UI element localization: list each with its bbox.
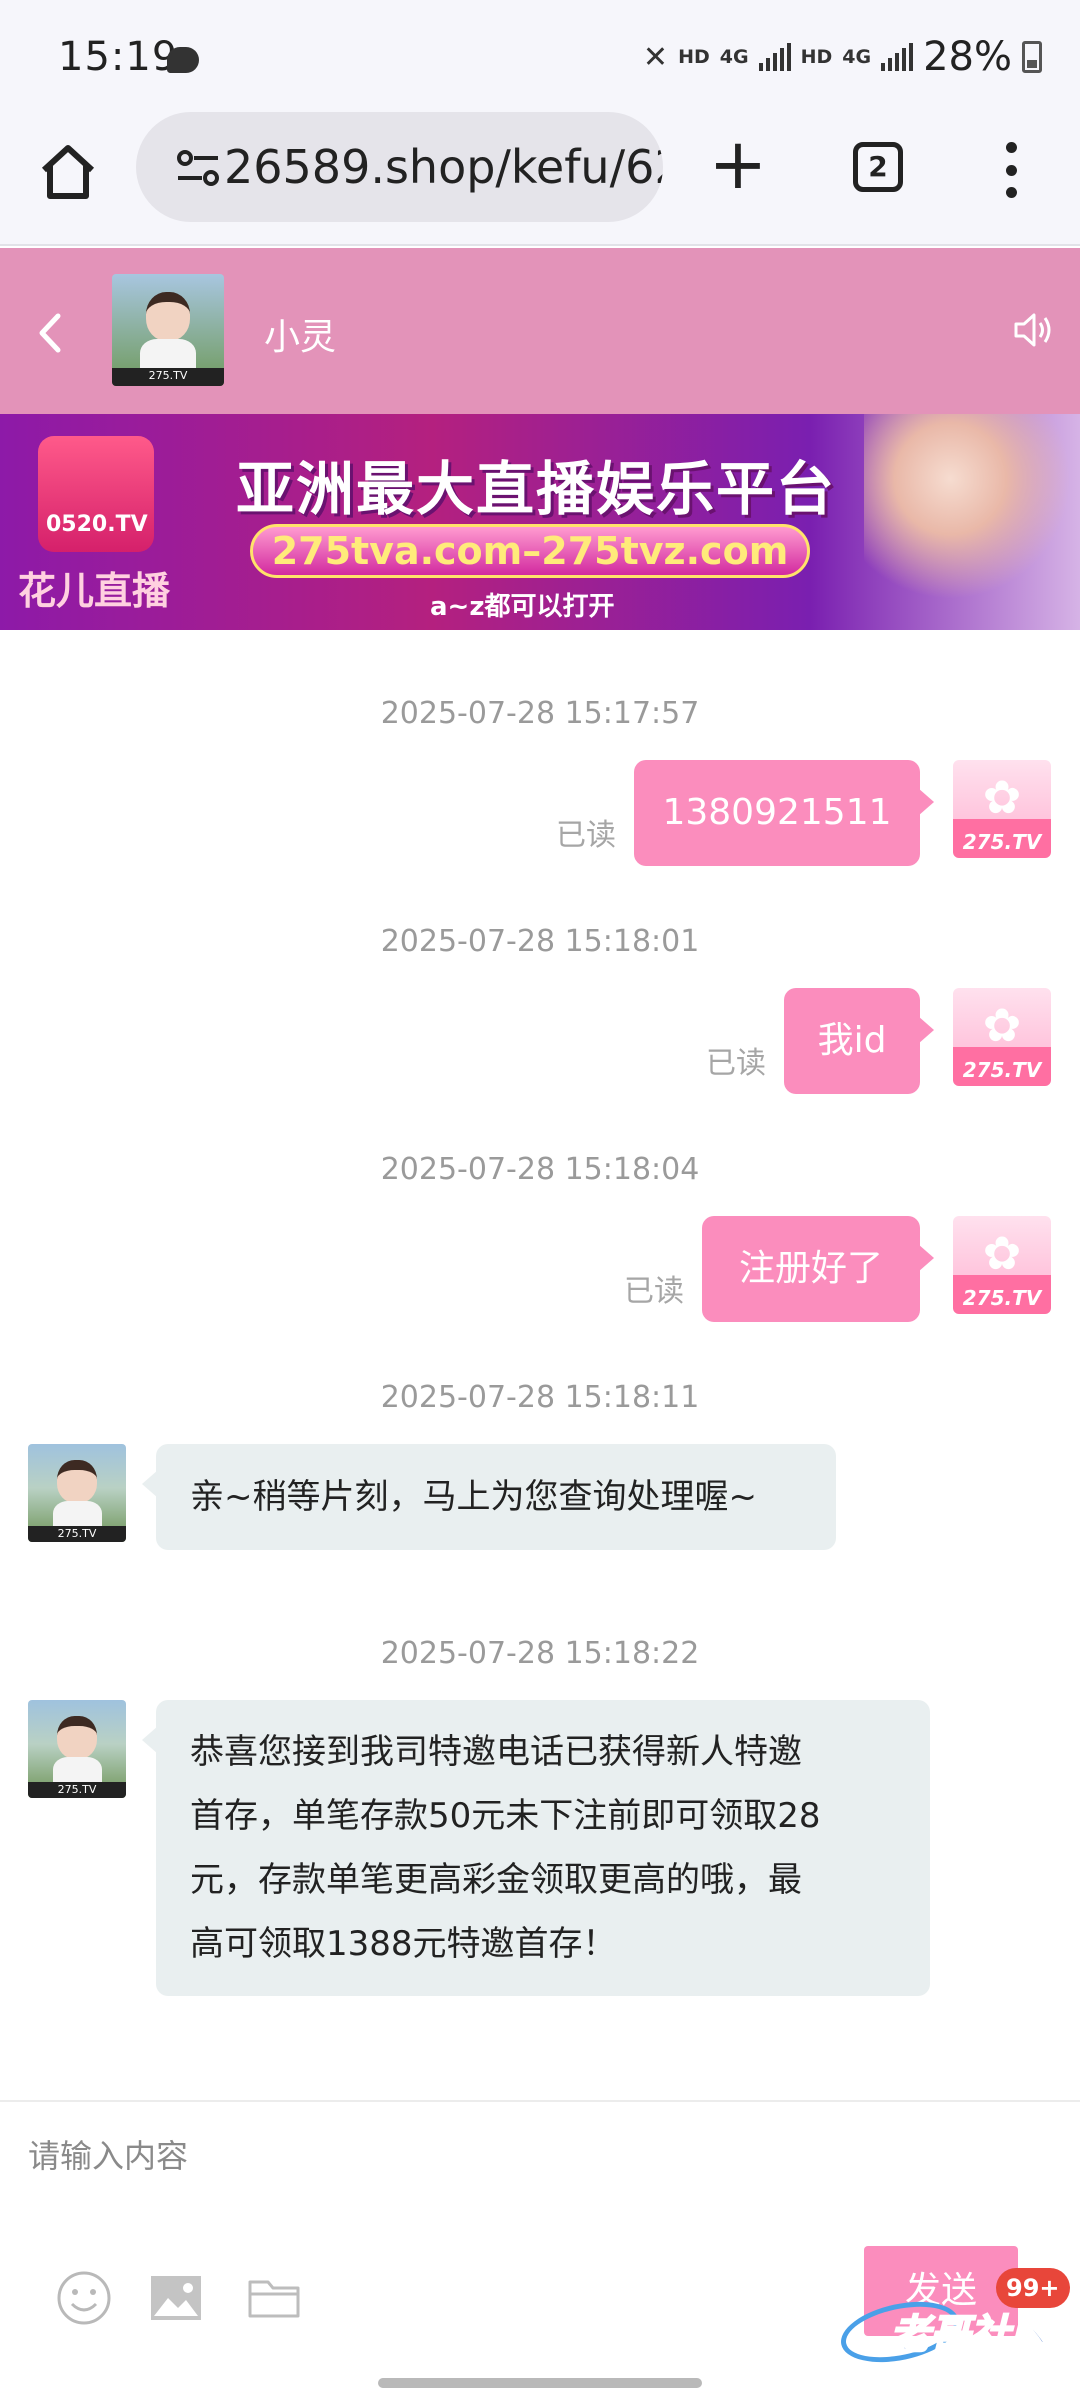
my-avatar[interactable]: ✿ 275.TV xyxy=(953,1216,1051,1314)
message-timestamp: 2025-07-28 15:18:04 xyxy=(380,1152,700,1187)
back-icon[interactable] xyxy=(30,308,70,358)
input-area: 发送 99+ 老哥社区 xyxy=(0,2100,1080,2400)
mute-icon: ✕ xyxy=(642,39,669,75)
read-status: 已读 xyxy=(556,818,616,853)
network-type-label: 4G xyxy=(842,46,872,68)
banner-logo-text: 0520.TV xyxy=(46,512,148,537)
avatar-watermark: 275.TV xyxy=(112,368,224,386)
chat-header: 275.TV 小灵 xyxy=(0,248,1080,414)
message-timestamp: 2025-07-28 15:17:57 xyxy=(380,696,700,731)
flower-icon: ✿ xyxy=(982,770,1022,824)
tab-switcher-button[interactable]: 2 xyxy=(853,142,903,192)
message-timestamp: 2025-07-28 15:18:22 xyxy=(380,1636,700,1671)
my-message-bubble[interactable]: 注册好了 xyxy=(702,1216,934,1322)
agent-message-bubble[interactable]: 亲~稍等片刻，马上为您查询处理喔~ xyxy=(142,1444,836,1550)
battery-icon xyxy=(1022,41,1042,73)
message-line: 高可领取1388元特邀首存！ xyxy=(190,1924,617,1964)
message-timestamp: 2025-07-28 15:18:01 xyxy=(380,924,700,959)
avatar-watermark: 275.TV xyxy=(28,1782,126,1798)
home-indicator[interactable] xyxy=(378,2378,702,2388)
hd-label: HD xyxy=(800,46,833,68)
site-watermark: 老哥社区 xyxy=(835,2292,1070,2372)
site-settings-icon[interactable] xyxy=(176,148,220,188)
agent-avatar[interactable]: 275.TV xyxy=(112,274,224,386)
browser-toolbar: 26589.shop/kefu/62 + 2 xyxy=(0,110,1080,246)
agent-name: 小灵 xyxy=(264,317,337,358)
read-status: 已读 xyxy=(624,1274,684,1309)
message-line: 恭喜您接到我司特邀电话已获得新人特邀 xyxy=(190,1732,802,1772)
my-avatar-label: 275.TV xyxy=(962,1058,1042,1082)
my-message-bubble[interactable]: 1380921511 xyxy=(634,760,934,866)
status-time: 15:19 xyxy=(58,34,179,80)
battery-percent: 28% xyxy=(923,34,1012,80)
chat-messages[interactable]: 2025-07-28 15:17:57 已读 1380921511 ✿ 275.… xyxy=(0,630,1080,2100)
banner-url: 275tva.com–275tvz.com xyxy=(250,524,810,578)
avatar-watermark: 275.TV xyxy=(28,1526,126,1542)
speaker-icon[interactable] xyxy=(1012,308,1056,352)
banner-brand: 花儿直播 xyxy=(18,568,171,613)
my-avatar[interactable]: ✿ 275.TV xyxy=(953,760,1051,858)
home-icon[interactable] xyxy=(36,140,100,204)
browser-menu-button[interactable] xyxy=(996,142,1026,198)
image-icon[interactable] xyxy=(148,2270,204,2326)
status-bar: 15:19 ✕ HD 4G HD 4G 28% xyxy=(0,0,1080,120)
my-avatar-label: 275.TV xyxy=(962,1286,1042,1310)
emoji-icon[interactable] xyxy=(56,2270,112,2326)
flower-icon: ✿ xyxy=(982,1226,1022,1280)
agent-avatar[interactable]: 275.TV xyxy=(28,1700,126,1798)
url-text[interactable]: 26589.shop/kefu/62 xyxy=(224,140,663,194)
message-notification-icon xyxy=(167,47,199,73)
new-tab-button[interactable]: + xyxy=(706,129,770,199)
hd-label: HD xyxy=(678,46,710,68)
folder-icon[interactable] xyxy=(246,2270,302,2326)
flower-icon: ✿ xyxy=(982,998,1022,1052)
my-message-bubble[interactable]: 我id xyxy=(784,988,934,1094)
ad-banner[interactable]: 0520.TV 花儿直播 亚洲最大直播娱乐平台 275tva.com–275tv… xyxy=(0,414,1080,630)
banner-model-image xyxy=(864,414,1080,630)
banner-title: 亚洲最大直播娱乐平台 xyxy=(236,455,837,523)
network-type-label: 4G xyxy=(719,46,749,68)
message-line: 元，存款单笔更高彩金领取更高的哦，最 xyxy=(190,1860,802,1900)
signal-icon xyxy=(881,43,914,71)
signal-icon xyxy=(758,43,791,71)
url-bar[interactable]: 26589.shop/kefu/62 xyxy=(136,112,663,222)
read-status: 已读 xyxy=(706,1046,766,1081)
banner-subtitle: a~z都可以打开 xyxy=(430,592,615,622)
message-timestamp: 2025-07-28 15:18:11 xyxy=(380,1380,700,1415)
watermark-text: 老哥社区 xyxy=(889,2311,1051,2359)
agent-avatar[interactable]: 275.TV xyxy=(28,1444,126,1542)
message-line: 首存，单笔存款50元未下注前即可领取28 xyxy=(190,1796,821,1836)
message-input[interactable] xyxy=(28,2126,1028,2186)
my-avatar[interactable]: ✿ 275.TV xyxy=(953,988,1051,1086)
my-avatar-label: 275.TV xyxy=(962,830,1042,854)
agent-message-bubble[interactable]: 恭喜您接到我司特邀电话已获得新人特邀 首存，单笔存款50元未下注前即可领取28 … xyxy=(142,1700,930,1996)
page: 15:19 ✕ HD 4G HD 4G 28% 26589.shop/kefu/ xyxy=(0,0,1080,2400)
status-indicators: ✕ HD 4G HD 4G 28% xyxy=(643,34,1042,80)
